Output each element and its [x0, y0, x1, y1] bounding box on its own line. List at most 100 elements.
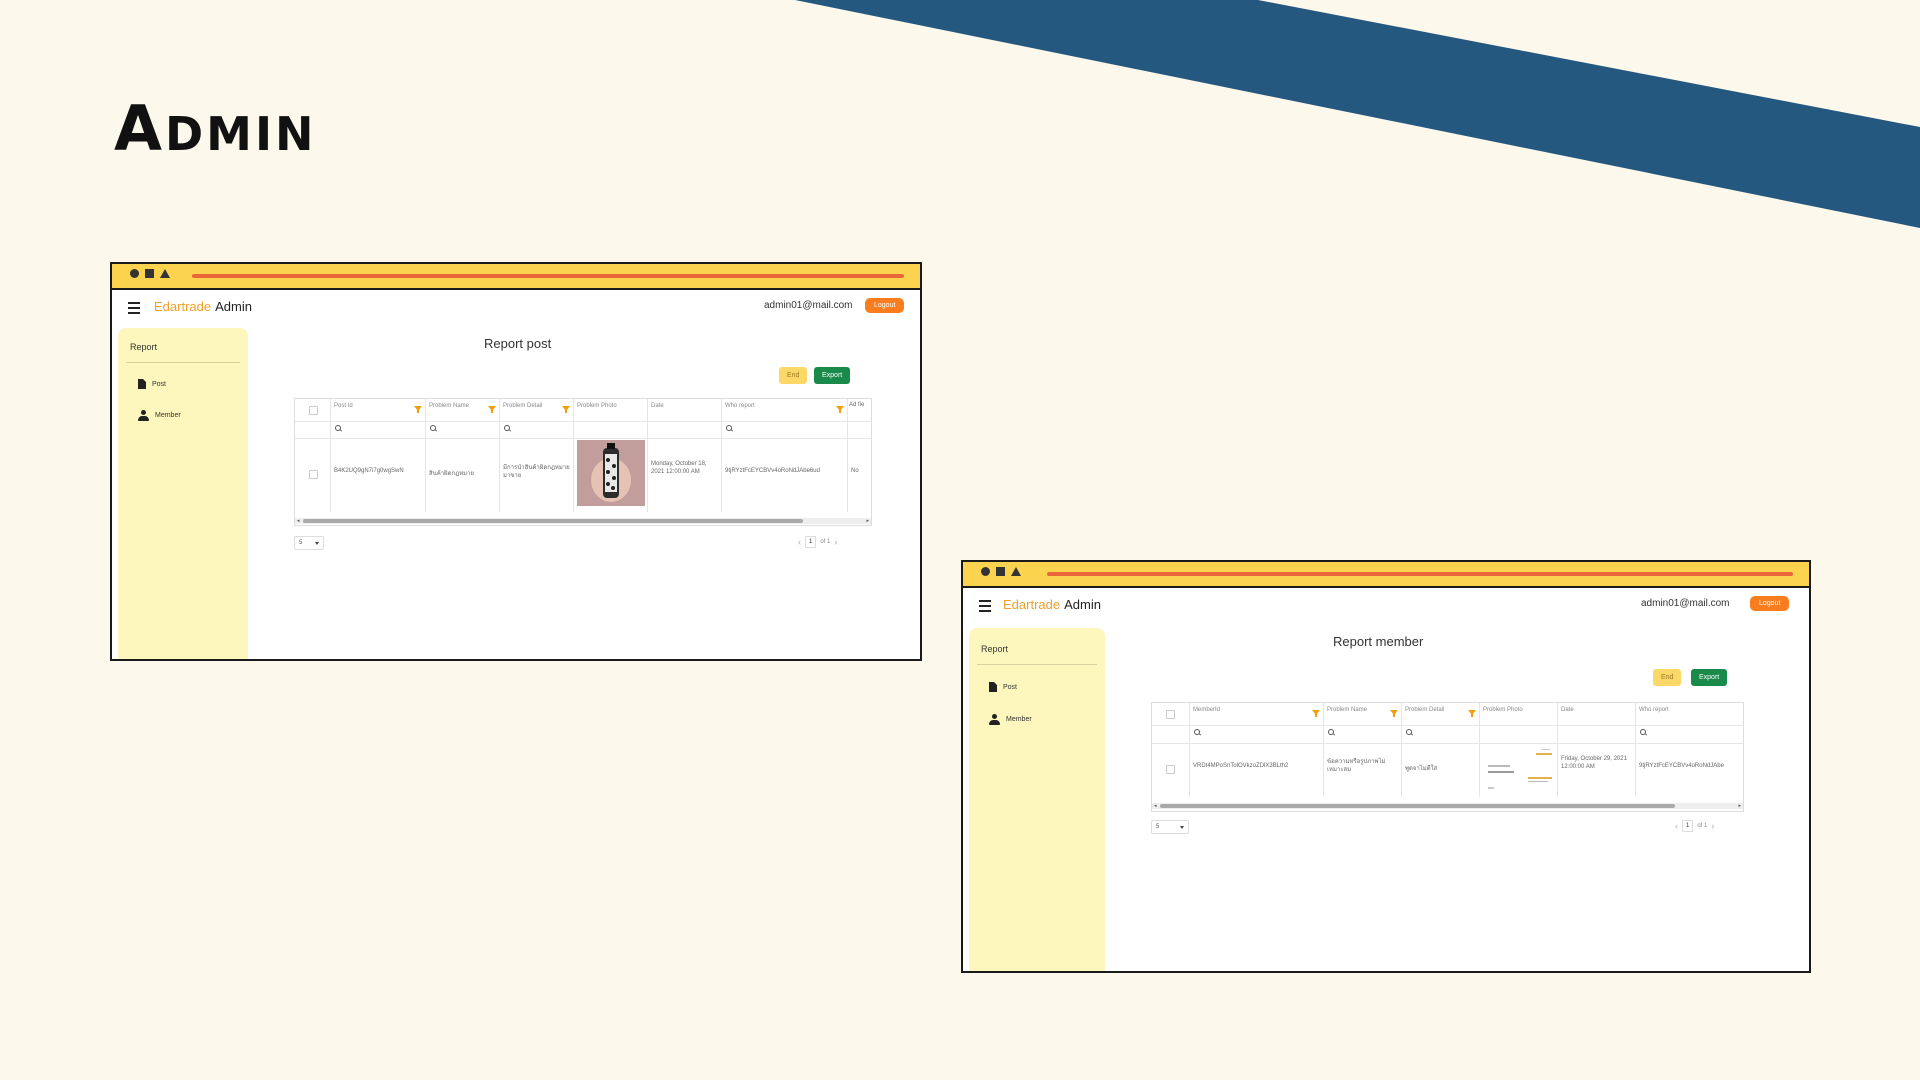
sidebar-item-post[interactable]: Post	[989, 682, 1017, 692]
titlebar-line	[1047, 572, 1793, 576]
filter-input[interactable]	[1402, 725, 1480, 743]
column-header[interactable]: Problem Detail	[500, 399, 574, 421]
column-header[interactable]: Problem Name	[1324, 703, 1402, 725]
sidebar-title: Report	[130, 342, 158, 352]
filter-icon[interactable]	[1390, 710, 1398, 717]
column-header[interactable]: Date	[1558, 703, 1636, 725]
problem-detail-cell: พูดจาไม่ดีใส่	[1402, 743, 1480, 797]
scroll-thumb[interactable]	[303, 519, 803, 523]
previous-page-icon[interactable]: ‹	[798, 537, 801, 547]
filter-icon[interactable]	[1312, 710, 1320, 717]
chevron-down-icon	[1180, 826, 1184, 829]
page-number-input[interactable]: 1	[805, 536, 817, 548]
column-header[interactable]: Problem Name	[426, 399, 500, 421]
hamburger-icon[interactable]	[128, 302, 140, 317]
scroll-right-icon[interactable]: ▸	[1738, 803, 1741, 809]
brand: Edartrade Admin	[154, 299, 252, 314]
select-all-checkbox[interactable]	[1166, 710, 1175, 719]
page-title: Report post	[484, 336, 552, 351]
horizontal-scrollbar[interactable]: ◂ ▸	[1152, 803, 1743, 809]
sidebar-item-member[interactable]: Member	[138, 410, 181, 421]
hamburger-icon[interactable]	[979, 600, 991, 615]
end-button[interactable]: End	[779, 367, 808, 384]
export-button[interactable]: Export	[1691, 669, 1728, 686]
column-header[interactable]: Post Id	[331, 399, 426, 421]
sidebar: Report Post Member	[118, 328, 248, 659]
date-cell: Friday, October 29, 2021 12:00:00 AM	[1558, 743, 1636, 797]
post-id-cell: B4K2UQ9gN7i7g0wgSwN	[331, 438, 426, 512]
column-header[interactable]: Ad fie	[848, 399, 871, 421]
person-icon	[138, 410, 149, 421]
filter-icon[interactable]	[488, 406, 496, 413]
scroll-left-icon[interactable]: ◂	[1154, 803, 1157, 809]
triangle-icon	[1011, 567, 1021, 576]
filter-input[interactable]	[1190, 725, 1324, 743]
page-size-select[interactable]: 5	[1151, 820, 1189, 834]
app-topbar: Edartrade Admin admin01@mail.com Logout	[963, 588, 1809, 624]
table-header-row: MemberId Problem Name Problem Detail Pro…	[1152, 703, 1743, 726]
date-cell: Monday, October 18, 2021 12:00:00 AM	[648, 438, 722, 512]
slide-title: ADMIN	[114, 92, 317, 165]
sidebar-title: Report	[981, 644, 1009, 654]
sidebar: Report Post Member	[969, 628, 1105, 971]
filter-input[interactable]	[500, 421, 574, 438]
column-header[interactable]: MemberId	[1190, 703, 1324, 725]
table-row[interactable]: B4K2UQ9gN7i7g0wgSwN สินค้าผิดกฎหมาย มีกา…	[295, 438, 871, 512]
search-icon	[726, 425, 732, 431]
sidebar-item-member[interactable]: Member	[989, 714, 1032, 725]
document-icon	[989, 682, 997, 692]
previous-page-icon[interactable]: ‹	[1675, 821, 1678, 831]
filter-input[interactable]	[1324, 725, 1402, 743]
end-button[interactable]: End	[1653, 669, 1682, 686]
scroll-right-icon[interactable]: ▸	[866, 518, 869, 524]
column-header[interactable]: Who report	[722, 399, 848, 421]
search-icon	[504, 425, 510, 431]
search-icon	[1406, 729, 1412, 735]
filter-input[interactable]	[426, 421, 500, 438]
extra-cell: No	[851, 468, 859, 474]
page-size-select[interactable]: 5	[294, 536, 324, 550]
column-header[interactable]: Problem Photo	[1480, 703, 1558, 725]
filter-icon[interactable]	[562, 406, 570, 413]
select-all-checkbox[interactable]	[309, 406, 318, 415]
filter-icon[interactable]	[1468, 710, 1476, 717]
logout-button[interactable]: Logout	[1750, 596, 1790, 611]
report-member-table: MemberId Problem Name Problem Detail Pro…	[1151, 702, 1744, 812]
who-report-cell: 9tjRYztFcEYCBVv4oRoNdJAbe6ud	[722, 438, 848, 512]
column-header[interactable]: Date	[648, 399, 722, 421]
filter-input[interactable]	[1636, 725, 1743, 743]
column-header[interactable]: Problem Photo	[574, 399, 648, 421]
problem-photo-cell	[574, 438, 648, 512]
filter-icon[interactable]	[836, 406, 844, 413]
logout-button[interactable]: Logout	[865, 298, 905, 313]
filter-icon[interactable]	[414, 406, 422, 413]
who-report-cell: 9tjRYztFcEYCBVv4oRoNdJAbe	[1639, 763, 1724, 769]
sidebar-item-post[interactable]: Post	[138, 379, 166, 389]
row-checkbox[interactable]	[309, 470, 318, 479]
filter-input[interactable]	[331, 421, 426, 438]
document-icon	[138, 379, 146, 389]
export-button[interactable]: Export	[814, 367, 851, 384]
next-page-icon[interactable]: ›	[834, 537, 837, 547]
table-row[interactable]: VRDt4MPoSnTolOVkzoZDlX3BLth2 ข้อความหรือ…	[1152, 743, 1743, 797]
scroll-thumb[interactable]	[1160, 804, 1675, 808]
row-checkbox[interactable]	[1166, 765, 1175, 774]
sidebar-divider	[977, 664, 1097, 665]
triangle-icon	[160, 269, 170, 278]
page-number-input[interactable]: 1	[1682, 820, 1694, 832]
column-header[interactable]: Who report	[1636, 703, 1743, 725]
brand: Edartrade Admin	[1003, 597, 1101, 612]
search-icon	[1328, 729, 1334, 735]
problem-photo	[1484, 747, 1554, 793]
circle-icon	[130, 269, 139, 278]
table-filter-row	[1152, 725, 1743, 744]
member-id-cell: VRDt4MPoSnTolOVkzoZDlX3BLth2	[1190, 743, 1324, 797]
user-email: admin01@mail.com	[1641, 598, 1730, 609]
horizontal-scrollbar[interactable]: ◂ ▸	[295, 518, 871, 524]
scroll-left-icon[interactable]: ◂	[297, 518, 300, 524]
column-header[interactable]: Problem Detail	[1402, 703, 1480, 725]
next-page-icon[interactable]: ›	[1711, 821, 1714, 831]
filter-input[interactable]	[722, 421, 848, 438]
problem-photo	[577, 440, 645, 506]
square-icon	[996, 567, 1005, 576]
